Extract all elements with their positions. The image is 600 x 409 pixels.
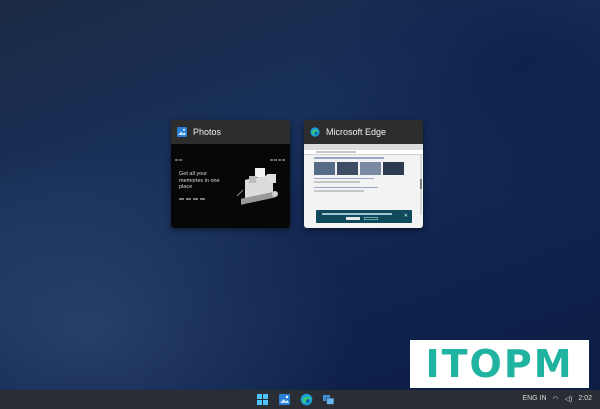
system-tray[interactable]: ENG IN ◠ ◁) 2:02 [522, 395, 592, 403]
wifi-icon[interactable]: ◠ [553, 395, 559, 403]
thumbnail-header: Photos [171, 120, 290, 144]
taskbar: ENG IN ◠ ◁) 2:02 [0, 390, 600, 409]
edge-address-bar [304, 150, 423, 155]
edge-icon[interactable] [300, 393, 313, 406]
itopm-watermark: ITOPM [410, 340, 589, 388]
photos-illustration [236, 168, 278, 205]
photos-preview: Get all your memories in one place [171, 144, 290, 228]
photos-toolbar [175, 148, 286, 161]
clock[interactable]: 2:02 [578, 395, 592, 403]
window-thumbnail-photos[interactable]: Photos Get all your memories in one plac… [171, 120, 290, 228]
language-indicator[interactable]: ENG IN [522, 395, 546, 403]
photos-links [179, 198, 205, 200]
thumbnail-header: Microsoft Edge [304, 120, 423, 144]
start-icon[interactable] [256, 393, 269, 406]
taskbar-apps [256, 393, 335, 406]
task-view-icon[interactable] [322, 393, 335, 406]
edge-page-content [314, 157, 404, 195]
thumbnail-title: Microsoft Edge [326, 127, 387, 137]
thumbnail-title: Photos [193, 127, 222, 137]
volume-icon[interactable]: ◁) [565, 395, 573, 403]
edge-icon [310, 127, 320, 137]
edge-preview: ✕ [304, 144, 423, 228]
window-thumbnail-edge[interactable]: Microsoft Edge ✕ [304, 120, 423, 228]
edge-banner: ✕ [316, 210, 412, 223]
desktop-background [0, 0, 600, 390]
photos-icon [177, 127, 187, 137]
edge-scrollbar [420, 155, 422, 215]
photos-icon[interactable] [278, 393, 291, 406]
photos-headline: Get all your memories in one place [179, 171, 220, 190]
